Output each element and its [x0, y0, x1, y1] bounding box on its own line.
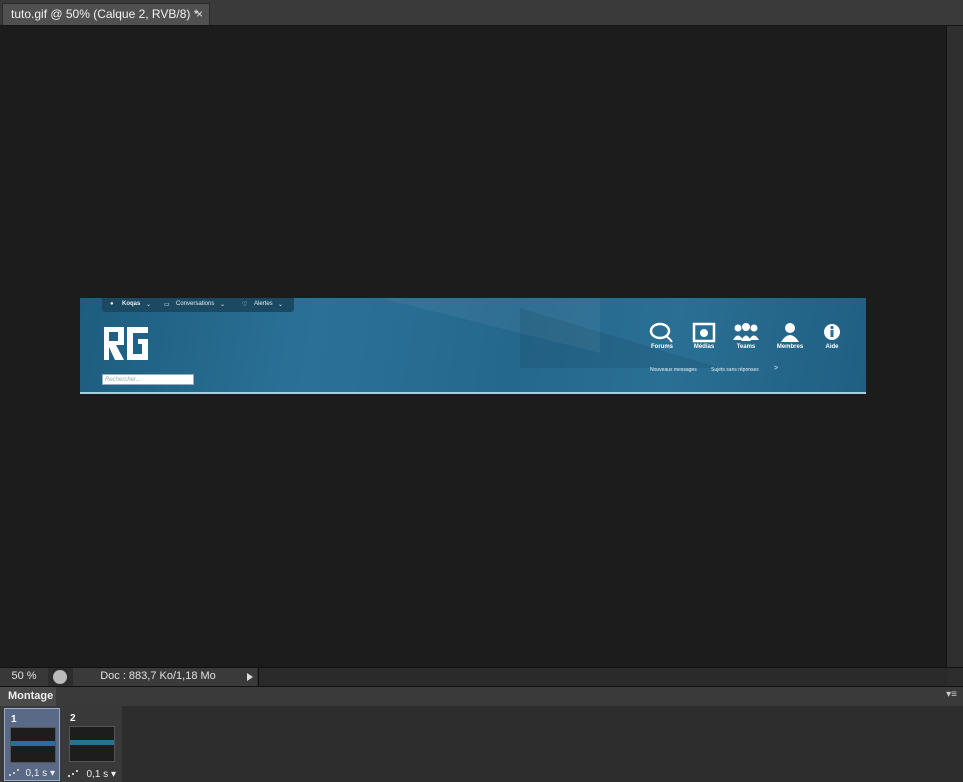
frame-strip: 1 0,1 s ▾ 2 0,1 s ▾	[0, 706, 122, 782]
banner-conversations-label: Conversations	[176, 301, 215, 307]
bell-icon: ♡	[242, 302, 248, 308]
banner-alerts-label: Alertes	[254, 301, 273, 307]
banner-nav-label: Médias	[693, 344, 715, 350]
frame-delay-dropdown[interactable]: 0,1 s ▾	[87, 769, 117, 780]
banner-nav-label: Membres	[776, 344, 804, 350]
forum-banner-image: ● Koqas ⌄ ▭ Conversations ⌄ ♡ Alertes ⌄ …	[80, 298, 866, 394]
document-tab-bar: tuto.gif @ 50% (Calque 2, RVB/8) * ×	[0, 0, 963, 26]
user-icon	[781, 323, 799, 342]
banner-nav-aide: Aide	[812, 322, 852, 350]
banner-nav-label: Forums	[650, 344, 673, 350]
panel-menu-icon[interactable]: ▾≡	[946, 689, 957, 700]
banner-nav-membres: Membres	[770, 322, 810, 350]
chevron-down-icon: ⌄	[278, 302, 284, 308]
close-tab-icon[interactable]: ×	[196, 4, 203, 25]
chevron-down-icon: ⌄	[220, 302, 226, 308]
frame-number: 2	[70, 713, 76, 724]
document-tab-title: tuto.gif @ 50% (Calque 2, RVB/8) *	[11, 7, 199, 21]
banner-top-nav: ● Koqas ⌄ ▭ Conversations ⌄ ♡ Alertes ⌄	[102, 298, 294, 312]
banner-nav-teams: Teams	[726, 322, 766, 350]
frame-2[interactable]: 2 0,1 s ▾	[64, 708, 120, 781]
export-preview-icon[interactable]	[53, 670, 67, 684]
banner-user-label: Koqas	[122, 301, 141, 307]
banner-nav-label: Aide	[825, 344, 839, 350]
chevron-down-icon: ⌄	[146, 302, 152, 308]
frame-delay-dropdown[interactable]: 0,1 s ▾	[26, 768, 56, 779]
group-icon	[733, 323, 759, 341]
tab-montage[interactable]: Montage	[0, 687, 56, 706]
chevron-right-icon: >	[774, 365, 779, 372]
inbox-icon: ▭	[164, 302, 170, 308]
banner-subnav-new-messages: Nouveaux messages	[650, 367, 697, 373]
user-icon: ●	[110, 301, 114, 307]
frame-thumbnail	[10, 727, 56, 763]
banner-subnav-unanswered: Sujets sans réponses	[711, 367, 759, 373]
horizontal-scrollbar[interactable]	[258, 668, 947, 686]
timeline-panel-header: Montage ▾≡	[0, 686, 963, 707]
play-right-icon	[247, 673, 253, 681]
document-tab[interactable]: tuto.gif @ 50% (Calque 2, RVB/8) * ×	[2, 3, 210, 25]
chat-bubbles-icon	[649, 322, 673, 343]
rg-logo	[104, 327, 148, 360]
banner-nav-label: Teams	[736, 344, 756, 350]
status-bar: 50 % Doc : 883,7 Ko/1,18 Mo	[0, 667, 963, 686]
camera-icon	[692, 322, 716, 343]
frame-1[interactable]: 1 0,1 s ▾	[4, 708, 60, 781]
banner-nav-forums: Forums	[642, 322, 682, 350]
tween-icon[interactable]	[9, 769, 19, 777]
tween-icon[interactable]	[68, 770, 78, 778]
timeline-panel: 1 0,1 s ▾ 2 0,1 s ▾	[0, 706, 963, 782]
frame-number: 1	[11, 714, 17, 725]
document-info[interactable]: Doc : 883,7 Ko/1,18 Mo	[73, 668, 243, 686]
zoom-level-field[interactable]: 50 %	[0, 668, 48, 686]
banner-nav-medias: Médias	[684, 322, 724, 350]
info-icon	[824, 324, 840, 340]
banner-search-input: Rechercher...	[102, 374, 194, 385]
status-menu-arrow[interactable]	[243, 668, 257, 686]
frame-thumbnail	[69, 726, 115, 762]
vertical-scrollbar[interactable]	[946, 26, 963, 667]
